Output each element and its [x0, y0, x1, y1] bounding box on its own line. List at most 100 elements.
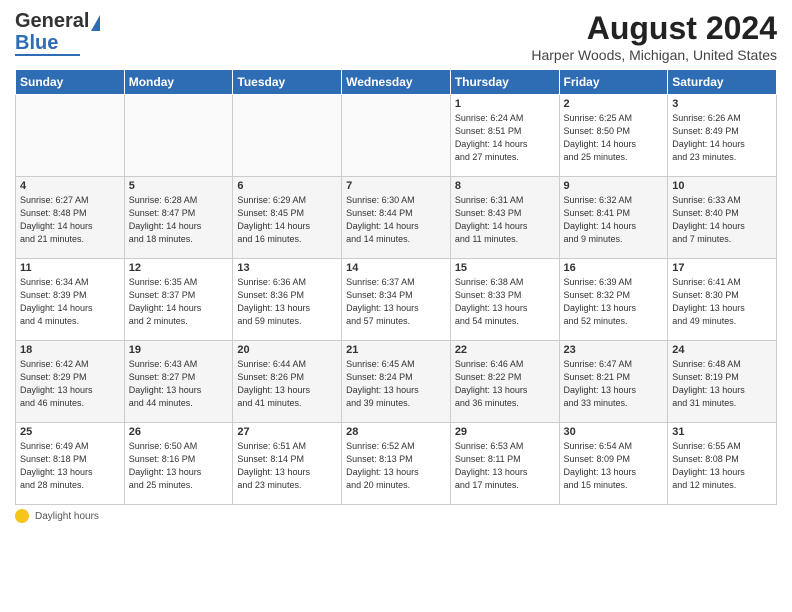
calendar-week-1: 4 Sunrise: 6:27 AM Sunset: 8:48 PM Daylig…	[16, 177, 777, 259]
table-row: 25Sunrise: 6:49 AM Sunset: 8:18 PM Dayli…	[16, 423, 125, 505]
table-row	[16, 95, 125, 177]
table-row: 6 Sunrise: 6:29 AM Sunset: 8:45 PM Daylig…	[233, 177, 342, 259]
day-number: 8	[455, 180, 555, 192]
day-info: Sunrise: 6:47 AM Sunset: 8:21 PM Dayligh…	[564, 358, 664, 410]
day-number: 18	[20, 344, 120, 356]
day-number: 26	[129, 426, 229, 438]
table-row: 2Sunrise: 6:25 AM Sunset: 8:50 PM Daylig…	[559, 95, 668, 177]
header-tuesday: Tuesday	[233, 70, 342, 95]
day-info: Sunrise: 6:45 AM Sunset: 8:24 PM Dayligh…	[346, 358, 446, 410]
day-number: 28	[346, 426, 446, 438]
footer-label: Daylight hours	[35, 511, 99, 522]
table-row: 27Sunrise: 6:51 AM Sunset: 8:14 PM Dayli…	[233, 423, 342, 505]
logo-general: General	[15, 10, 89, 33]
logo: General Blue	[15, 10, 100, 56]
table-row: 11Sunrise: 6:34 AM Sunset: 8:39 PM Dayli…	[16, 259, 125, 341]
day-number: 6	[237, 180, 337, 192]
header-saturday: Saturday	[668, 70, 777, 95]
day-number: 12	[129, 262, 229, 274]
day-number: 29	[455, 426, 555, 438]
table-row: 10 Sunrise: 6:33 AM Sunset: 8:40 PM Dayli…	[668, 177, 777, 259]
day-number: 31	[672, 426, 772, 438]
table-row: 26 Sunrise: 6:50 AM Sunset: 8:16 PM Dayli…	[124, 423, 233, 505]
table-row: 9Sunrise: 6:32 AM Sunset: 8:41 PM Daylig…	[559, 177, 668, 259]
table-row: 21Sunrise: 6:45 AM Sunset: 8:24 PM Dayli…	[342, 341, 451, 423]
calendar-header-row: Sunday Monday Tuesday Wednesday Thursday…	[16, 70, 777, 95]
table-row: 4 Sunrise: 6:27 AM Sunset: 8:48 PM Daylig…	[16, 177, 125, 259]
day-info: Sunrise: 6:33 AM Sunset: 8:40 PM Dayligh…	[672, 194, 772, 246]
day-info: Sunrise: 6:27 AM Sunset: 8:48 PM Dayligh…	[20, 194, 120, 246]
day-info: Sunrise: 6:43 AM Sunset: 8:27 PM Dayligh…	[129, 358, 229, 410]
day-info: Sunrise: 6:50 AM Sunset: 8:16 PM Dayligh…	[129, 440, 229, 492]
calendar-table: Sunday Monday Tuesday Wednesday Thursday…	[15, 69, 777, 505]
table-row	[124, 95, 233, 177]
day-info: Sunrise: 6:38 AM Sunset: 8:33 PM Dayligh…	[455, 276, 555, 328]
day-number: 1	[455, 98, 555, 110]
table-row: 3 Sunrise: 6:26 AM Sunset: 8:49 PM Daylig…	[668, 95, 777, 177]
table-row: 13Sunrise: 6:36 AM Sunset: 8:36 PM Dayli…	[233, 259, 342, 341]
day-number: 20	[237, 344, 337, 356]
day-info: Sunrise: 6:49 AM Sunset: 8:18 PM Dayligh…	[20, 440, 120, 492]
calendar-week-0: 1 Sunrise: 6:24 AM Sunset: 8:51 PM Daylig…	[16, 95, 777, 177]
table-row: 30 Sunrise: 6:54 AM Sunset: 8:09 PM Dayli…	[559, 423, 668, 505]
day-number: 19	[129, 344, 229, 356]
page-subtitle: Harper Woods, Michigan, United States	[531, 47, 777, 63]
day-number: 3	[672, 98, 772, 110]
day-info: Sunrise: 6:39 AM Sunset: 8:32 PM Dayligh…	[564, 276, 664, 328]
table-row: 20 Sunrise: 6:44 AM Sunset: 8:26 PM Dayli…	[233, 341, 342, 423]
day-info: Sunrise: 6:44 AM Sunset: 8:26 PM Dayligh…	[237, 358, 337, 410]
day-info: Sunrise: 6:42 AM Sunset: 8:29 PM Dayligh…	[20, 358, 120, 410]
sun-icon	[15, 509, 29, 523]
day-number: 5	[129, 180, 229, 192]
table-row: 17 Sunrise: 6:41 AM Sunset: 8:30 PM Dayli…	[668, 259, 777, 341]
page: General Blue August 2024 Harper Woods, M…	[0, 0, 792, 612]
day-number: 4	[20, 180, 120, 192]
table-row: 23 Sunrise: 6:47 AM Sunset: 8:21 PM Dayli…	[559, 341, 668, 423]
day-info: Sunrise: 6:54 AM Sunset: 8:09 PM Dayligh…	[564, 440, 664, 492]
logo-underline	[15, 54, 80, 56]
day-info: Sunrise: 6:25 AM Sunset: 8:50 PM Dayligh…	[564, 112, 664, 164]
day-info: Sunrise: 6:35 AM Sunset: 8:37 PM Dayligh…	[129, 276, 229, 328]
day-number: 7	[346, 180, 446, 192]
day-number: 10	[672, 180, 772, 192]
day-number: 16	[564, 262, 664, 274]
day-info: Sunrise: 6:55 AM Sunset: 8:08 PM Dayligh…	[672, 440, 772, 492]
day-info: Sunrise: 6:28 AM Sunset: 8:47 PM Dayligh…	[129, 194, 229, 246]
logo-triangle-icon	[91, 15, 100, 31]
day-info: Sunrise: 6:46 AM Sunset: 8:22 PM Dayligh…	[455, 358, 555, 410]
day-info: Sunrise: 6:41 AM Sunset: 8:30 PM Dayligh…	[672, 276, 772, 328]
day-number: 30	[564, 426, 664, 438]
table-row: 29 Sunrise: 6:53 AM Sunset: 8:11 PM Dayli…	[450, 423, 559, 505]
title-block: August 2024 Harper Woods, Michigan, Unit…	[531, 10, 777, 63]
header-monday: Monday	[124, 70, 233, 95]
calendar-week-3: 18 Sunrise: 6:42 AM Sunset: 8:29 PM Dayli…	[16, 341, 777, 423]
day-info: Sunrise: 6:53 AM Sunset: 8:11 PM Dayligh…	[455, 440, 555, 492]
table-row	[233, 95, 342, 177]
table-row: 24Sunrise: 6:48 AM Sunset: 8:19 PM Dayli…	[668, 341, 777, 423]
header-sunday: Sunday	[16, 70, 125, 95]
table-row: 12 Sunrise: 6:35 AM Sunset: 8:37 PM Dayli…	[124, 259, 233, 341]
table-row: 28Sunrise: 6:52 AM Sunset: 8:13 PM Dayli…	[342, 423, 451, 505]
day-info: Sunrise: 6:32 AM Sunset: 8:41 PM Dayligh…	[564, 194, 664, 246]
calendar-week-2: 11Sunrise: 6:34 AM Sunset: 8:39 PM Dayli…	[16, 259, 777, 341]
day-number: 14	[346, 262, 446, 274]
table-row: 31 Sunrise: 6:55 AM Sunset: 8:08 PM Dayli…	[668, 423, 777, 505]
logo-blue: Blue	[15, 33, 58, 53]
header: General Blue August 2024 Harper Woods, M…	[15, 10, 777, 63]
day-number: 27	[237, 426, 337, 438]
table-row: 16 Sunrise: 6:39 AM Sunset: 8:32 PM Dayli…	[559, 259, 668, 341]
header-wednesday: Wednesday	[342, 70, 451, 95]
day-info: Sunrise: 6:48 AM Sunset: 8:19 PM Dayligh…	[672, 358, 772, 410]
day-info: Sunrise: 6:30 AM Sunset: 8:44 PM Dayligh…	[346, 194, 446, 246]
day-number: 22	[455, 344, 555, 356]
day-number: 17	[672, 262, 772, 274]
day-info: Sunrise: 6:26 AM Sunset: 8:49 PM Dayligh…	[672, 112, 772, 164]
day-info: Sunrise: 6:29 AM Sunset: 8:45 PM Dayligh…	[237, 194, 337, 246]
table-row: 8Sunrise: 6:31 AM Sunset: 8:43 PM Daylig…	[450, 177, 559, 259]
table-row: 5 Sunrise: 6:28 AM Sunset: 8:47 PM Daylig…	[124, 177, 233, 259]
day-info: Sunrise: 6:34 AM Sunset: 8:39 PM Dayligh…	[20, 276, 120, 328]
table-row	[342, 95, 451, 177]
table-row: 19 Sunrise: 6:43 AM Sunset: 8:27 PM Dayli…	[124, 341, 233, 423]
day-number: 23	[564, 344, 664, 356]
day-info: Sunrise: 6:24 AM Sunset: 8:51 PM Dayligh…	[455, 112, 555, 164]
